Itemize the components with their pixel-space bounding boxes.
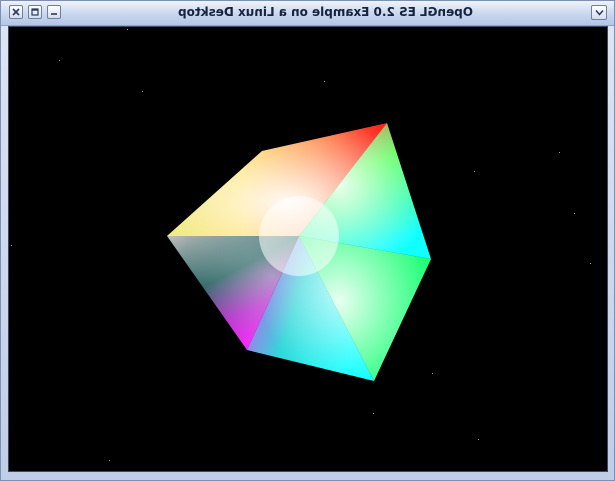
maximize-icon (31, 8, 39, 16)
color-cube (167, 123, 431, 381)
window-menu-button[interactable] (591, 5, 607, 20)
maximize-button[interactable] (28, 5, 42, 19)
minimize-icon (51, 13, 57, 15)
window-title: OpenGL ES 2.0 Example on a Linux Desktop (178, 5, 473, 19)
title-bar[interactable]: OpenGL ES 2.0 Example on a Linux Desktop (1, 1, 614, 26)
close-icon (12, 8, 20, 16)
chevron-down-icon (594, 10, 604, 16)
close-button[interactable] (9, 5, 23, 19)
minimize-button[interactable] (47, 5, 61, 19)
app-window: OpenGL ES 2.0 Example on a Linux Desktop (0, 0, 615, 481)
gl-canvas[interactable] (8, 26, 608, 472)
